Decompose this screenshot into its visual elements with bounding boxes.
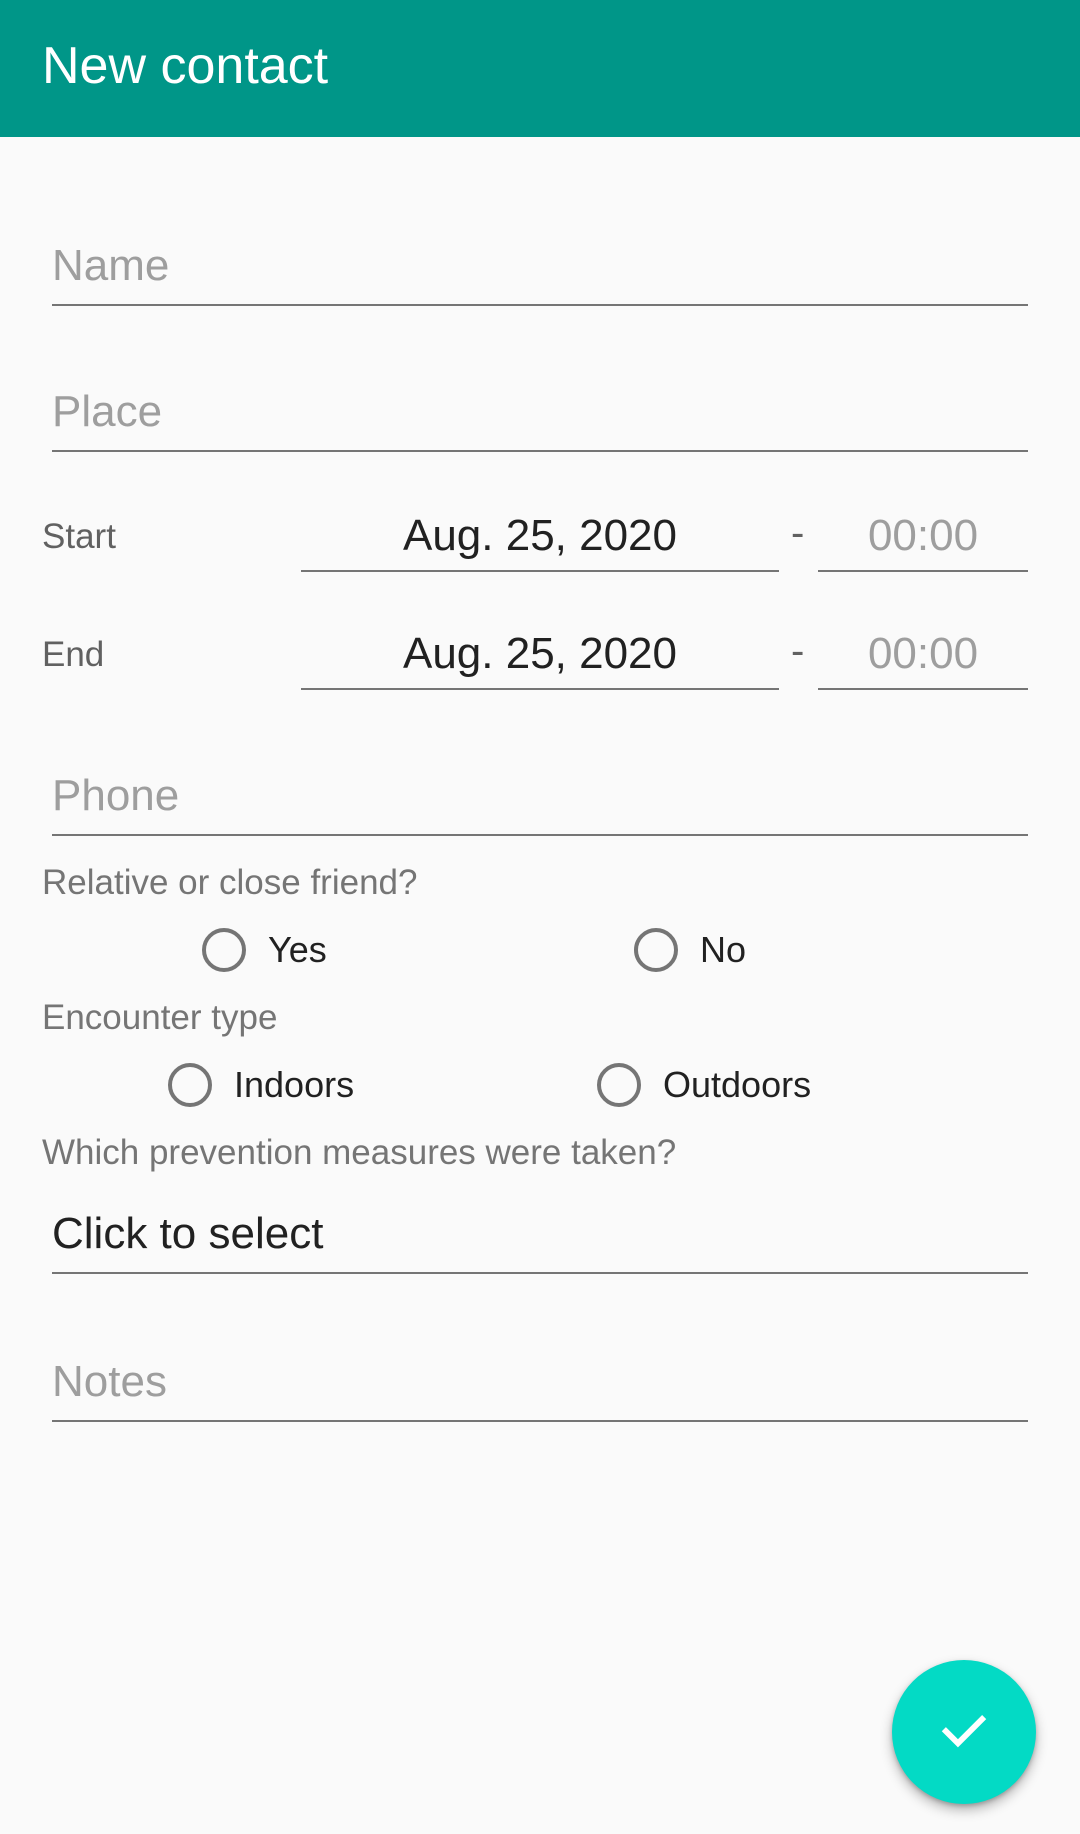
encounter-question: Encounter type: [42, 998, 278, 1037]
check-icon: [935, 1701, 993, 1764]
prevention-select-value: Click to select: [52, 1209, 324, 1258]
radio-no[interactable]: No: [634, 922, 746, 978]
radio-indoors-label: Indoors: [234, 1064, 355, 1105]
name-placeholder: Name: [52, 241, 170, 290]
end-date-field[interactable]: Aug. 25, 2020: [301, 616, 779, 690]
radio-no-label: No: [700, 929, 747, 970]
place-placeholder: Place: [52, 387, 163, 436]
phone-placeholder: Phone: [52, 771, 180, 820]
start-time-field[interactable]: 00:00: [818, 498, 1028, 572]
page-title: New contact: [42, 37, 329, 95]
radio-indoors[interactable]: Indoors: [168, 1057, 354, 1113]
end-separator: -: [791, 629, 805, 673]
name-field[interactable]: Name: [52, 214, 1028, 306]
place-field[interactable]: Place: [52, 360, 1028, 452]
radio-button-no[interactable]: [634, 928, 678, 972]
start-separator: -: [791, 511, 805, 555]
radio-outdoors[interactable]: Outdoors: [597, 1057, 811, 1113]
save-fab-button[interactable]: [892, 1660, 1036, 1804]
end-date-value: Aug. 25, 2020: [402, 629, 677, 678]
relative-question: Relative or close friend?: [42, 863, 418, 902]
prevention-select[interactable]: Click to select: [52, 1182, 1028, 1274]
phone-field[interactable]: Phone: [52, 742, 1028, 836]
start-time-placeholder: 00:00: [867, 511, 979, 560]
end-time-placeholder: 00:00: [867, 629, 979, 678]
radio-yes[interactable]: Yes: [202, 922, 327, 978]
app-bar: New contact: [0, 0, 1080, 137]
end-label: End: [42, 635, 105, 674]
radio-button-outdoors[interactable]: [597, 1063, 641, 1107]
radio-yes-label: Yes: [268, 929, 327, 970]
radio-outdoors-label: Outdoors: [663, 1064, 812, 1105]
end-time-field[interactable]: 00:00: [818, 616, 1028, 690]
prevention-question: Which prevention measures were taken?: [42, 1133, 677, 1172]
start-date-value: Aug. 25, 2020: [402, 511, 677, 560]
start-date-field[interactable]: Aug. 25, 2020: [301, 498, 779, 572]
radio-button-yes[interactable]: [202, 928, 246, 972]
radio-button-indoors[interactable]: [168, 1063, 212, 1107]
notes-placeholder: Notes: [52, 1357, 167, 1406]
start-label: Start: [42, 517, 116, 556]
notes-field[interactable]: Notes: [52, 1330, 1028, 1422]
